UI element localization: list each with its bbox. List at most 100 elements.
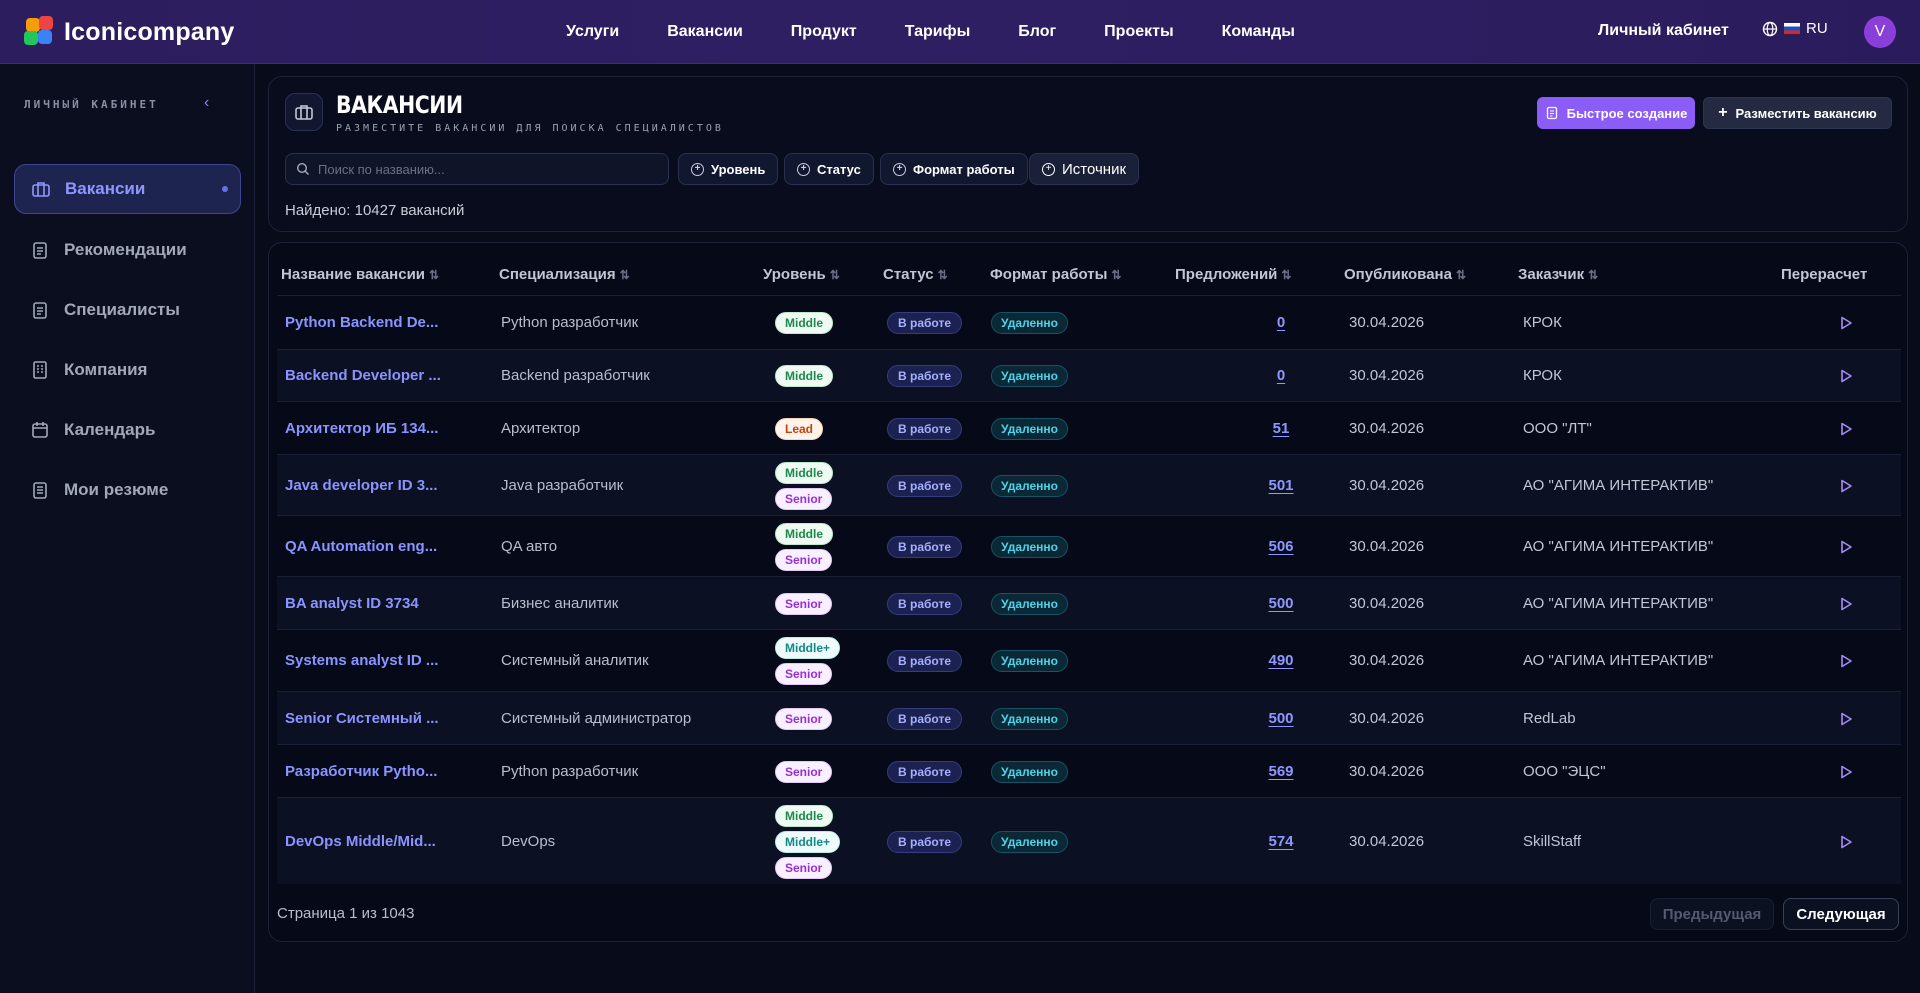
nav-item-pricing[interactable]: Тарифы [905, 23, 971, 41]
filter-label: Формат работы [913, 161, 1015, 177]
play-icon[interactable] [1838, 421, 1854, 437]
vacancy-title-link[interactable]: DevOps Middle/Mid... [285, 833, 436, 850]
vacancy-title-link[interactable]: Java developer ID 3... [285, 477, 438, 494]
column-header-published[interactable]: Опубликована ⇅ [1344, 266, 1466, 283]
table-row[interactable]: BA analyst ID 3734 Бизнес аналитик Senior В… [277, 576, 1901, 629]
table-row[interactable]: Systems analyst ID ... Системный аналитик… [277, 629, 1901, 690]
filter-level-button[interactable]: + Уровень [678, 153, 779, 185]
offers-count-link[interactable]: 500 [1251, 710, 1311, 727]
play-icon[interactable] [1838, 834, 1854, 850]
plus-circle-icon: + [1042, 162, 1055, 176]
table-row[interactable]: Архитектор ИБ 134... Архитектор Lead В рабо… [277, 401, 1901, 454]
play-icon[interactable] [1838, 764, 1854, 780]
plus-circle-icon: + [797, 162, 810, 176]
vacancy-title-link[interactable]: Systems analyst ID ... [285, 652, 438, 669]
sidebar-item-label: Специалисты [64, 300, 180, 319]
offers-count-link[interactable]: 490 [1251, 652, 1311, 669]
level-badge: Lead [775, 417, 824, 440]
level-badges: Senior [775, 760, 833, 783]
sidebar-item-calendar[interactable]: Календарь [14, 405, 241, 455]
work-format-badge: Удаленно [991, 474, 1068, 497]
sidebar-item-company[interactable]: Компания [14, 345, 241, 395]
play-icon[interactable] [1838, 368, 1854, 384]
page-subtitle: РАЗМЕСТИТЕ ВАКАНСИИ ДЛЯ ПОИСКА СПЕЦИАЛИС… [336, 123, 724, 134]
nav-item-services[interactable]: Услуги [566, 23, 619, 41]
nav-item-teams[interactable]: Команды [1222, 23, 1295, 41]
sort-icon: ⇅ [829, 268, 840, 282]
level-badge: Senior [775, 856, 833, 879]
play-icon[interactable] [1838, 711, 1854, 727]
vacancy-title-link[interactable]: Архитектор ИБ 134... [285, 420, 438, 437]
play-icon[interactable] [1838, 315, 1854, 331]
specialization-cell: Системный аналитик [501, 651, 649, 669]
column-header-status[interactable]: Статус ⇅ [883, 266, 948, 283]
sidebar-item-vacancies[interactable]: Вакансии [14, 164, 241, 214]
offers-count-link[interactable]: 569 [1251, 763, 1311, 780]
clipboard-list-icon [33, 302, 47, 319]
column-header-name[interactable]: Название вакансии ⇅ [281, 266, 439, 283]
collapse-sidebar-icon[interactable]: ‹ [204, 94, 209, 112]
play-icon[interactable] [1838, 653, 1854, 669]
table-row[interactable]: Разработчик Pytho... Python разработчик Se… [277, 744, 1901, 797]
search-input[interactable] [318, 161, 648, 177]
nav-item-blog[interactable]: Блог [1018, 23, 1056, 41]
column-header-work-format[interactable]: Формат работы ⇅ [990, 266, 1121, 283]
main-nav: Услуги Вакансии Продукт Тарифы Блог Прое… [566, 0, 1343, 64]
user-avatar[interactable]: V [1864, 16, 1896, 48]
nav-item-product[interactable]: Продукт [791, 23, 857, 41]
status-badge: В работе [887, 760, 962, 783]
table-row[interactable]: Senior Системный ... Системный администра… [277, 691, 1901, 744]
offers-count-link[interactable]: 506 [1251, 538, 1311, 555]
nav-item-vacancies[interactable]: Вакансии [667, 23, 743, 41]
table-row[interactable]: Java developer ID 3... Java разработчик Mi… [277, 454, 1901, 515]
specialization-cell: Python разработчик [501, 762, 639, 780]
next-page-button[interactable]: Следующая [1783, 898, 1899, 930]
filter-source-button[interactable]: + Источник [1029, 153, 1140, 185]
offers-count-link[interactable]: 500 [1251, 595, 1311, 612]
sidebar-item-my-resumes[interactable]: Мои резюме [14, 465, 241, 515]
status-badge: В работе [887, 474, 962, 497]
column-header-client[interactable]: Заказчик ⇅ [1518, 266, 1598, 283]
offers-count-link[interactable]: 574 [1251, 833, 1311, 850]
vacancies-table: Название вакансии ⇅ Специализация ⇅ Уровен… [268, 242, 1908, 942]
offers-count-link[interactable]: 0 [1251, 314, 1311, 331]
table-row[interactable]: Backend Developer ... Backend разработчик… [277, 349, 1901, 401]
previous-page-button[interactable]: Предыдущая [1650, 898, 1774, 930]
brand-logo[interactable]: Iconicompany [24, 16, 235, 48]
table-row[interactable]: Python Backend De... Python разработчик Mi… [277, 295, 1901, 349]
vacancy-title-link[interactable]: Python Backend De... [285, 314, 438, 331]
table-row[interactable]: QA Automation eng... QA авто Middle Senior В… [277, 515, 1901, 576]
vacancy-title-link[interactable]: Senior Системный ... [285, 710, 439, 727]
column-header-specialization[interactable]: Специализация ⇅ [499, 266, 630, 283]
offers-count-link[interactable]: 501 [1251, 477, 1311, 494]
post-vacancy-label: Разместить вакансию [1735, 105, 1877, 121]
vacancy-title-link[interactable]: Backend Developer ... [285, 367, 441, 384]
published-date: 30.04.2026 [1349, 651, 1425, 669]
sidebar-item-specialists[interactable]: Специалисты [14, 285, 241, 335]
column-header-level[interactable]: Уровень ⇅ [763, 266, 840, 283]
quick-create-button[interactable]: Быстрое создание [1537, 97, 1695, 129]
filter-status-button[interactable]: + Статус [784, 153, 874, 185]
play-icon[interactable] [1838, 539, 1854, 555]
status-badge: В работе [887, 592, 962, 615]
client-name: АО "АГИМА ИНТЕРАКТИВ" [1523, 537, 1714, 555]
vacancy-title-link[interactable]: Разработчик Pytho... [285, 763, 437, 780]
plus-icon: + [1718, 104, 1728, 121]
play-icon[interactable] [1838, 596, 1854, 612]
column-header-offers[interactable]: Предложений ⇅ [1175, 266, 1291, 283]
language-selector[interactable]: RU [1762, 20, 1828, 37]
filter-work-format-button[interactable]: + Формат работы [880, 153, 1028, 185]
offers-count-link[interactable]: 51 [1251, 420, 1311, 437]
vacancy-title-link[interactable]: QA Automation eng... [285, 538, 437, 555]
vacancy-title-link[interactable]: BA analyst ID 3734 [285, 595, 419, 612]
sidebar-item-recommendations[interactable]: Рекомендации [14, 225, 241, 275]
offers-count-link[interactable]: 0 [1251, 367, 1311, 384]
post-vacancy-button[interactable]: + Разместить вакансию [1703, 97, 1892, 129]
building-icon [33, 361, 47, 379]
table-row[interactable]: DevOps Middle/Mid... DevOps Middle Middle+ S… [277, 797, 1901, 884]
client-name: АО "АГИМА ИНТЕРАКТИВ" [1523, 476, 1714, 494]
work-format-badge: Удаленно [991, 760, 1068, 783]
cabinet-link[interactable]: Личный кабинет [1598, 22, 1729, 40]
nav-item-projects[interactable]: Проекты [1104, 23, 1173, 41]
play-icon[interactable] [1838, 478, 1854, 494]
